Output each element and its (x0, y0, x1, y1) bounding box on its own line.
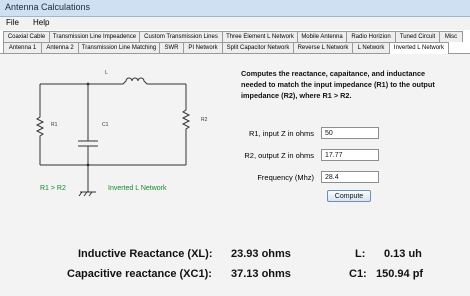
compute-button[interactable]: Compute (327, 190, 371, 202)
frequency-input[interactable]: 28.4 (321, 171, 379, 183)
window-title: Antenna Calculations (5, 2, 91, 12)
tab-split-capacitor-network[interactable]: Split Capacitor Network (222, 42, 294, 53)
l-value: 0.13 uh (384, 248, 422, 260)
inductor-label: L (105, 70, 108, 76)
condition-note: R1 > R2 (40, 185, 66, 192)
menu-file[interactable]: File (6, 18, 19, 27)
title-bar: Antenna Calculations (0, 0, 470, 17)
l-label: L: (355, 248, 366, 260)
tab-tuned-circuit[interactable]: Tuned Circuit (395, 31, 440, 42)
c1-value: 150.94 pf (376, 268, 424, 280)
tab-coaxial-cable[interactable]: Coaxial Cable (3, 31, 50, 42)
freq-field-label-wrap: Frequency (Mhz) (232, 173, 314, 184)
tab-l-network[interactable]: L Network (352, 42, 390, 53)
r2-label-text: R2, output Z in ohms (244, 151, 314, 160)
tab-three-element-l-network[interactable]: Three Element L Network (222, 31, 298, 42)
tab-mobile-antenna[interactable]: Mobile Antenna (297, 31, 347, 42)
tab-row-1: Coaxial Cable Transmission Line Impeaden… (0, 31, 470, 42)
r2-label: R2 (201, 117, 208, 123)
tab-radio-horizion[interactable]: Radio Horizion (346, 31, 396, 42)
tab-pi-network[interactable]: PI Network (183, 42, 223, 53)
c1-result-label: C1: (349, 268, 367, 280)
xc-label: Capacitive reactance (XC1): (67, 268, 212, 280)
xl-value: 23.93 ohms (231, 248, 291, 260)
tab-custom-transmission-lines[interactable]: Custom Transmission Lines (139, 31, 223, 42)
menu-help[interactable]: Help (33, 18, 49, 27)
xc-value: 37.13 ohms (231, 268, 291, 280)
r1-input[interactable]: 50 (321, 127, 379, 139)
description-text: Computes the reactance, capaitance, and … (241, 69, 435, 100)
r1-label: R1 (51, 122, 58, 128)
menu-bar: File Help (0, 17, 470, 30)
r2-input[interactable]: 17.77 (321, 149, 379, 161)
tab-antenna-2[interactable]: Antenna 2 (41, 42, 79, 53)
tab-misc[interactable]: Misc (439, 31, 463, 42)
tab-antenna-1[interactable]: Antenna 1 (3, 42, 42, 53)
tab-transmission-line-impeadence[interactable]: Transmission Line Impeadence (49, 31, 140, 42)
c1-label: C1 (102, 122, 109, 128)
xl-label: Inductive Reactance (XL): (78, 248, 213, 260)
network-name-note: Inverted L Network (108, 185, 167, 192)
r1-field-label-wrap: R1, input Z in ohms (232, 129, 314, 140)
r1-label-text: R1, input Z in ohms (248, 129, 314, 138)
freq-label-text: Frequency (Mhz) (257, 173, 314, 182)
tab-reverse-l-network[interactable]: Reverse L Network (293, 42, 353, 53)
tab-row-2: Antenna 1 Antenna 2 Transmission Line Ma… (0, 42, 470, 54)
tab-swr[interactable]: SWR (159, 42, 184, 53)
tab-transmission-line-matching[interactable]: Transmission Line Matching (78, 42, 160, 53)
r2-field-label-wrap: R2, output Z in ohms (232, 151, 314, 162)
tab-inverted-l-network[interactable]: Inverted L Network (389, 42, 449, 54)
